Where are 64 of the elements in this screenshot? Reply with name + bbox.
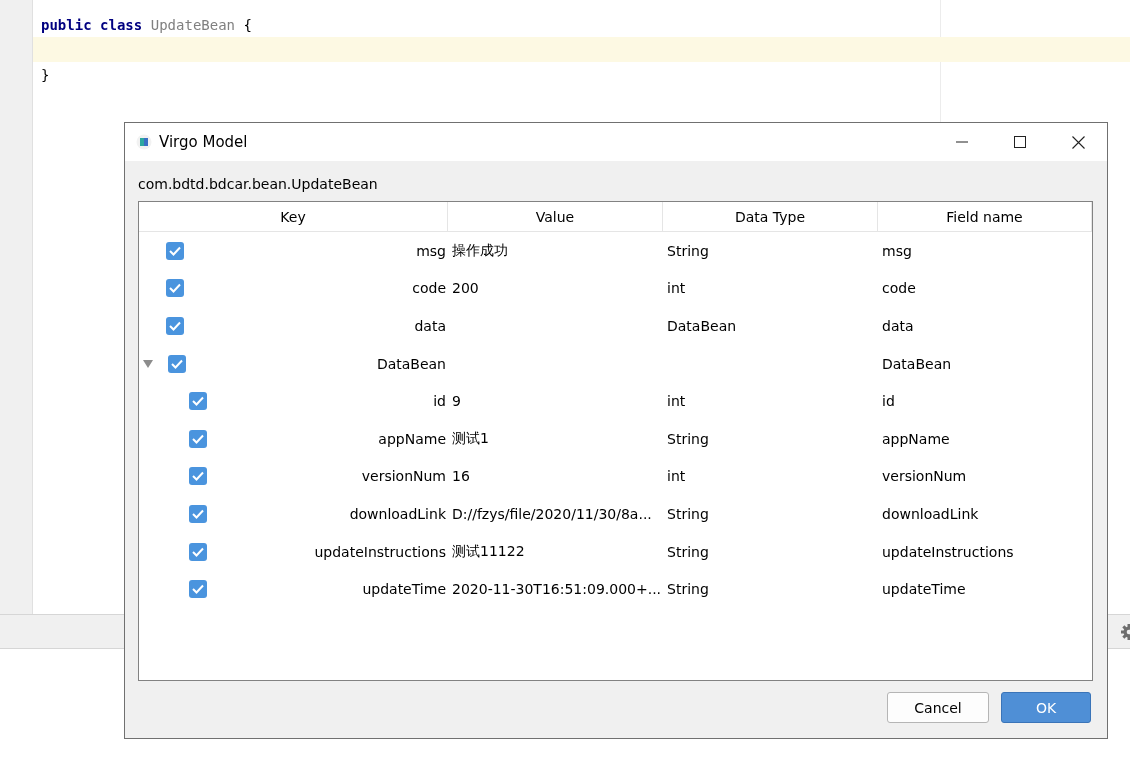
checkbox[interactable] (166, 279, 184, 298)
cancel-button[interactable]: Cancel (887, 692, 989, 723)
type-cell-text: String (666, 430, 710, 447)
code-token: UpdateBean (150, 16, 236, 33)
column-header[interactable]: Field name (878, 202, 1092, 231)
minimize-icon (956, 141, 968, 143)
type-cell-text: int (666, 393, 687, 410)
key-cell: versionNum (361, 468, 446, 485)
key-cell: DataBean (376, 355, 446, 372)
field-name-cell-text: appName (881, 430, 951, 447)
checkbox[interactable] (168, 354, 186, 373)
class-name-label: com.bdtd.bdcar.bean.UpdateBean (137, 175, 379, 194)
maximize-icon (1014, 136, 1026, 148)
key-cell: appName (378, 430, 446, 447)
key-cell: msg (416, 242, 446, 259)
checkbox[interactable] (189, 580, 207, 599)
value-cell-text: 9 (451, 393, 462, 410)
column-header[interactable]: Data Type (663, 202, 878, 231)
type-cell-text: String (666, 242, 710, 259)
value-cell-text: 200 (451, 280, 480, 297)
checkbox[interactable] (189, 542, 207, 561)
field-name-cell-text: updateTime (881, 581, 967, 598)
code-token: public (41, 16, 92, 33)
type-cell-text: String (666, 581, 710, 598)
field-name-cell-text: downloadLink (881, 505, 980, 522)
key-cell: updateTime (362, 581, 446, 598)
app-icon (136, 134, 152, 150)
collapse-arrow-icon[interactable] (142, 357, 154, 370)
field-name-cell-text: versionNum (881, 468, 968, 485)
type-cell-text: int (666, 468, 687, 485)
checkbox[interactable] (189, 504, 207, 523)
key-cell: updateInstructions (314, 543, 446, 560)
close-icon (1071, 135, 1085, 149)
value-cell-text: 测试11122 (451, 542, 526, 561)
checkbox[interactable] (189, 467, 207, 486)
key-cell: data (414, 318, 446, 334)
checkbox[interactable] (166, 241, 184, 260)
type-cell-text: String (666, 543, 710, 560)
column-header[interactable]: Value (448, 202, 663, 231)
field-name-cell-text: data (881, 318, 915, 334)
type-cell-text: String (666, 505, 710, 522)
value-cell-text: 2020-11-30T16:51:09.000+... (451, 581, 663, 598)
value-cell-text: 16 (451, 468, 471, 485)
window-title: Virgo Model (159, 133, 249, 151)
key-cell: code (412, 280, 446, 297)
key-cell: id (433, 393, 446, 410)
key-cell: downloadLink (349, 505, 446, 522)
type-cell-text: int (666, 280, 687, 297)
checkbox[interactable] (189, 429, 207, 448)
field-name-cell-text: code (881, 280, 917, 297)
field-name-cell-text: DataBean (881, 355, 953, 372)
value-cell-text: 测试1 (451, 429, 490, 448)
field-name-cell-text: updateInstructions (881, 543, 1015, 560)
type-cell-text: DataBean (666, 318, 738, 334)
checkbox[interactable] (166, 317, 184, 335)
field-name-cell-text: id (881, 393, 896, 410)
code-token: class (100, 16, 143, 33)
code-token: { (243, 16, 252, 33)
column-header[interactable]: Key (139, 202, 448, 231)
value-cell-text: 操作成功 (451, 241, 509, 260)
value-cell-text: D://fzys/file/2020/11/30/8a... (451, 505, 653, 522)
field-name-cell-text: msg (881, 242, 913, 259)
checkbox[interactable] (189, 392, 207, 411)
code-token: } (41, 66, 50, 83)
